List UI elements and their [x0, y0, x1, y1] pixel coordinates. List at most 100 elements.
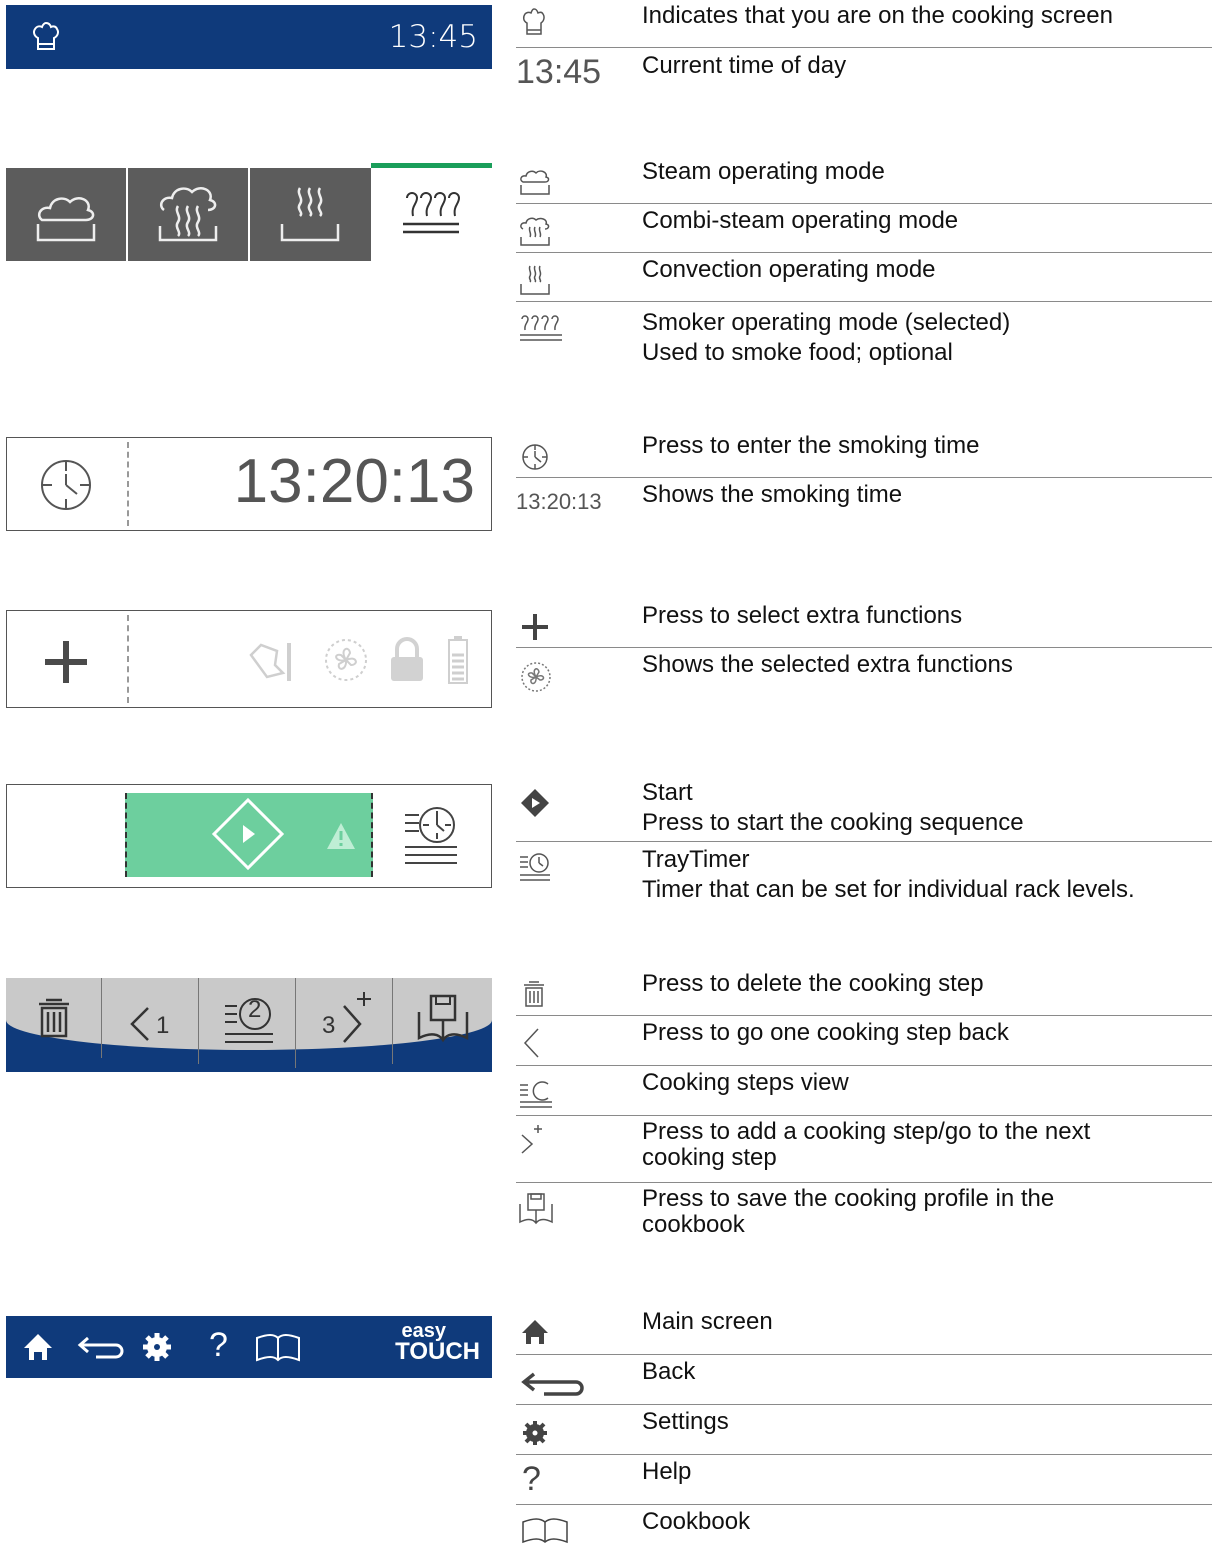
combi-steam-mode-icon: [520, 217, 550, 246]
time-sample: 13:20:13: [516, 489, 602, 514]
delete-step-button[interactable]: [6, 978, 102, 1058]
convection-mode-button[interactable]: [250, 168, 371, 261]
legend-row: 13:20:13 Shows the smoking time: [516, 479, 1212, 527]
steam-mode-button[interactable]: [6, 168, 126, 261]
back-arrow-icon[interactable]: [76, 1334, 124, 1360]
battery-icon: [448, 636, 468, 684]
time-sample: 13:45: [516, 53, 602, 91]
previous-step-button[interactable]: 1: [102, 978, 199, 1064]
home-icon: [522, 1320, 548, 1344]
smoking-time-value: 13:20:13: [233, 447, 475, 516]
cookbook-icon: [522, 1518, 568, 1544]
legend-text: Back: [642, 1358, 696, 1385]
header-bar: 13:45: [6, 5, 492, 69]
legend-text: Main screen: [642, 1308, 773, 1335]
start-icon: [521, 789, 549, 817]
smoker-mode-icon: [403, 192, 461, 234]
chevron-left-icon: [130, 1007, 149, 1041]
back-arrow-icon: [521, 1372, 584, 1396]
next-step-button[interactable]: 3: [296, 978, 393, 1064]
legend-row: Convection operating mode: [516, 254, 1212, 302]
legend-text: Start Press to start the cooking sequenc…: [642, 779, 1024, 836]
save-book-icon: [417, 994, 469, 1043]
fan-icon: [521, 662, 551, 692]
legend-row: Indicates that you are on the cooking sc…: [516, 0, 1212, 48]
legend-row: Cooking steps view: [516, 1067, 1212, 1116]
legend-text: Settings: [642, 1408, 729, 1435]
legend-row: 13:45 Current time of day: [516, 49, 1212, 99]
steam-release-icon: [249, 643, 291, 681]
chevron-left-icon: [523, 1028, 539, 1058]
legend-text: Help: [642, 1458, 692, 1485]
mode-selector: [6, 163, 492, 261]
legend-text: Press to go one cooking step back: [642, 1019, 1009, 1046]
legend-row: Shows the selected extra functions: [516, 649, 1212, 697]
legend-text: Press to delete the cooking step: [642, 970, 984, 997]
trash-icon: [524, 981, 544, 1007]
legend-row: Press to delete the cooking step: [516, 968, 1212, 1016]
combi-steam-mode-button[interactable]: [128, 168, 248, 261]
legend-row: Smoker operating mode (selected) Used to…: [516, 303, 1212, 366]
plus-button[interactable]: [7, 611, 127, 707]
convection-mode-icon: [520, 265, 550, 295]
fan-icon: [325, 639, 367, 681]
legend-row: Cookbook: [516, 1506, 1212, 1544]
legend-text: Press to enter the smoking time: [642, 432, 980, 459]
clock-button[interactable]: [7, 438, 127, 530]
legend-row: Press to go one cooking step back: [516, 1017, 1212, 1066]
help-icon[interactable]: ?: [209, 1326, 228, 1365]
legend-text: Press to add a cooking step/go to the ne…: [642, 1118, 1091, 1171]
next-step-number: 3: [322, 1012, 336, 1039]
chef-hat-icon: [32, 21, 60, 51]
steam-mode-icon: [520, 170, 550, 195]
start-panel: [6, 784, 492, 888]
home-icon[interactable]: [22, 1332, 54, 1362]
legend-row: Combi-steam operating mode: [516, 205, 1212, 253]
plus-icon: [45, 641, 87, 683]
gear-icon[interactable]: [142, 1332, 172, 1362]
smoker-mode-icon: [520, 315, 562, 341]
legend-text: Shows the smoking time: [642, 481, 903, 508]
legend-text: Convection operating mode: [642, 256, 936, 283]
legend-text: Shows the selected extra functions: [642, 651, 1013, 678]
header-time: 13:45: [388, 19, 478, 55]
legend-text: Indicates that you are on the cooking sc…: [642, 2, 1113, 29]
chef-hat-icon: [522, 8, 545, 35]
legend-row: Press to save the cooking profile in the…: [516, 1184, 1212, 1248]
legend-text: Cookbook: [642, 1508, 751, 1535]
current-step-number: 2: [248, 996, 262, 1023]
start-button[interactable]: [125, 793, 373, 877]
divider: [127, 442, 129, 526]
convection-mode-icon: [280, 187, 340, 242]
smoking-time-panel: 13:20:13: [6, 437, 492, 531]
save-book-icon: [519, 1193, 553, 1225]
bottom-nav-bar: ? easy TOUCH: [6, 1316, 492, 1378]
warning-icon: [327, 823, 355, 849]
legend-row: Back: [516, 1356, 1212, 1405]
legend-row: Press to enter the smoking time: [516, 430, 1212, 478]
cookbook-icon[interactable]: [254, 1334, 302, 1362]
smoker-mode-button[interactable]: [371, 168, 492, 261]
legend-row: Steam operating mode: [516, 156, 1212, 204]
legend-text: Smoker operating mode (selected) Used to…: [642, 309, 1011, 366]
combi-steam-mode-icon: [158, 187, 218, 242]
legend-row: TrayTimer Timer that can be set for indi…: [516, 843, 1212, 905]
legend-text: Steam operating mode: [642, 158, 885, 185]
legend-text: Cooking steps view: [642, 1069, 849, 1096]
legend-row: Press to select extra functions: [516, 600, 1212, 648]
legend-text: Combi-steam operating mode: [642, 207, 959, 234]
lock-icon: [391, 637, 423, 681]
steps-view-button[interactable]: 2: [199, 978, 296, 1068]
save-to-cookbook-button[interactable]: [393, 978, 492, 1058]
start-icon: [211, 797, 285, 871]
cooking-step-bar: 1 2 3: [6, 978, 492, 1072]
traytimer-button[interactable]: [387, 793, 487, 877]
add-step-icon: [521, 1125, 542, 1154]
traytimer-icon: [520, 853, 550, 881]
steps-view-icon: [520, 1081, 552, 1108]
plus-icon: [522, 614, 548, 640]
previous-step-number: 1: [156, 1012, 170, 1039]
legend-text: Press to save the cooking profile in the…: [642, 1185, 1055, 1238]
trash-icon: [39, 998, 69, 1038]
legend-row: Press to add a cooking step/go to the ne…: [516, 1117, 1212, 1183]
